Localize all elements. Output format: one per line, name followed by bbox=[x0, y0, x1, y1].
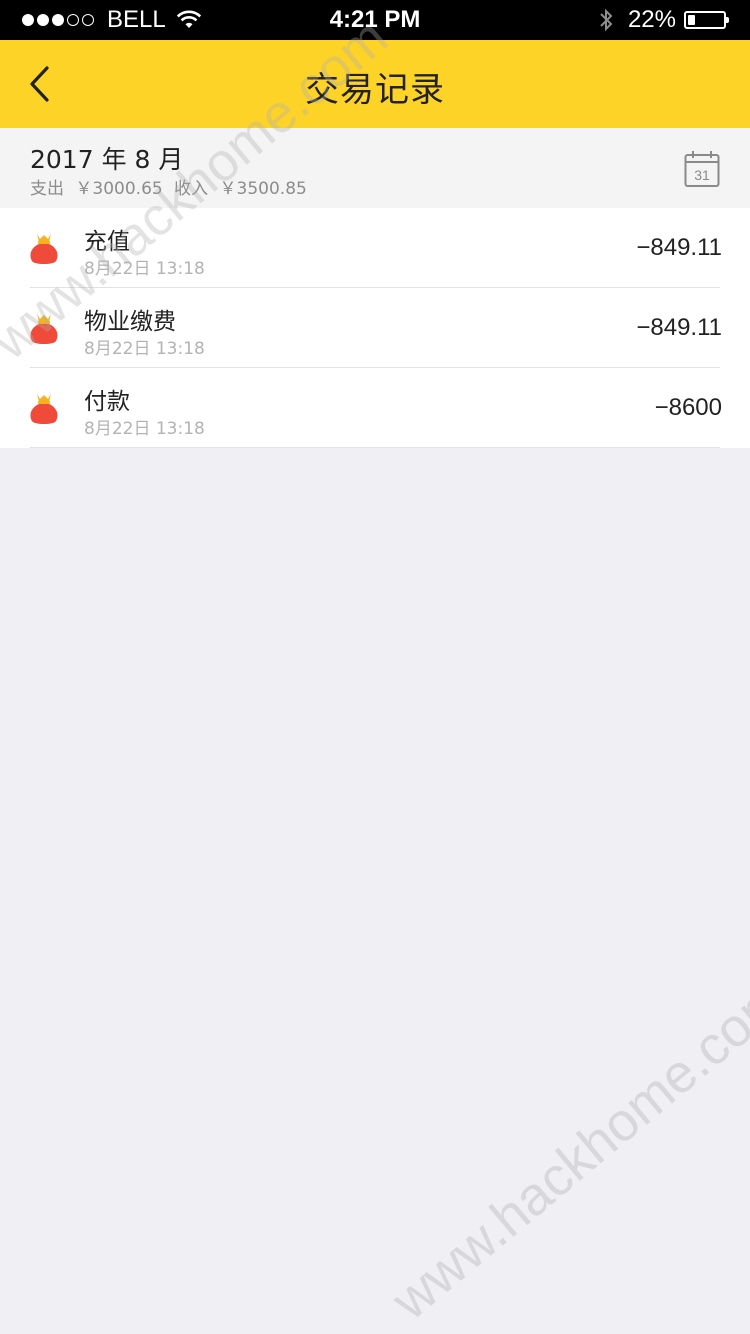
money-bag-icon bbox=[30, 314, 58, 344]
expense-label: 支出 bbox=[30, 179, 64, 199]
transaction-name: 付款 bbox=[84, 389, 130, 415]
transaction-list: 充值 8月22日 13:18 −849.11 物业缴费 8月22日 13:18 … bbox=[0, 208, 750, 448]
transaction-amount: −8600 bbox=[654, 394, 722, 421]
battery-icon bbox=[684, 11, 729, 29]
transaction-amount: −849.11 bbox=[636, 314, 722, 341]
month-totals: 支出 ￥3000.65 收入 ￥3500.85 bbox=[30, 174, 313, 199]
calendar-icon: 31 bbox=[684, 151, 720, 187]
month-title: 2017 年 8 月 bbox=[30, 145, 184, 174]
transaction-amount: −849.11 bbox=[636, 234, 722, 261]
income-value: ￥3500.85 bbox=[219, 179, 307, 199]
income-label: 收入 bbox=[174, 179, 209, 199]
bluetooth-icon bbox=[600, 8, 613, 32]
transaction-row[interactable]: 付款 8月22日 13:18 −8600 bbox=[0, 368, 750, 448]
page-title: 交易记录 bbox=[305, 70, 445, 110]
calendar-button[interactable]: 31 bbox=[684, 150, 720, 188]
watermark-bottom: www.hackhome.com bbox=[380, 966, 750, 1332]
expense-value: ￥3000.65 bbox=[75, 179, 163, 199]
status-right: 22% bbox=[598, 6, 729, 34]
row-divider bbox=[30, 447, 720, 448]
battery-percent: 22% bbox=[627, 6, 676, 33]
battery-level-fill bbox=[688, 15, 695, 25]
transaction-row[interactable]: 物业缴费 8月22日 13:18 −849.11 bbox=[0, 288, 750, 368]
transaction-time: 8月22日 13:18 bbox=[84, 419, 205, 439]
transaction-row[interactable]: 充值 8月22日 13:18 −849.11 bbox=[0, 208, 750, 288]
navigation-bar: 交易记录 bbox=[0, 40, 750, 128]
transaction-time: 8月22日 13:18 bbox=[84, 339, 205, 359]
transaction-name: 充值 bbox=[84, 229, 130, 255]
status-bar: BELL 4:21 PM 22% bbox=[0, 0, 750, 40]
money-bag-icon bbox=[30, 234, 58, 264]
calendar-day: 31 bbox=[694, 167, 710, 183]
money-bag-icon bbox=[30, 394, 58, 424]
month-summary-header: 2017 年 8 月 支出 ￥3000.65 收入 ￥3500.85 31 bbox=[0, 128, 750, 208]
transaction-name: 物业缴费 bbox=[84, 309, 176, 335]
transaction-time: 8月22日 13:18 bbox=[84, 259, 205, 279]
